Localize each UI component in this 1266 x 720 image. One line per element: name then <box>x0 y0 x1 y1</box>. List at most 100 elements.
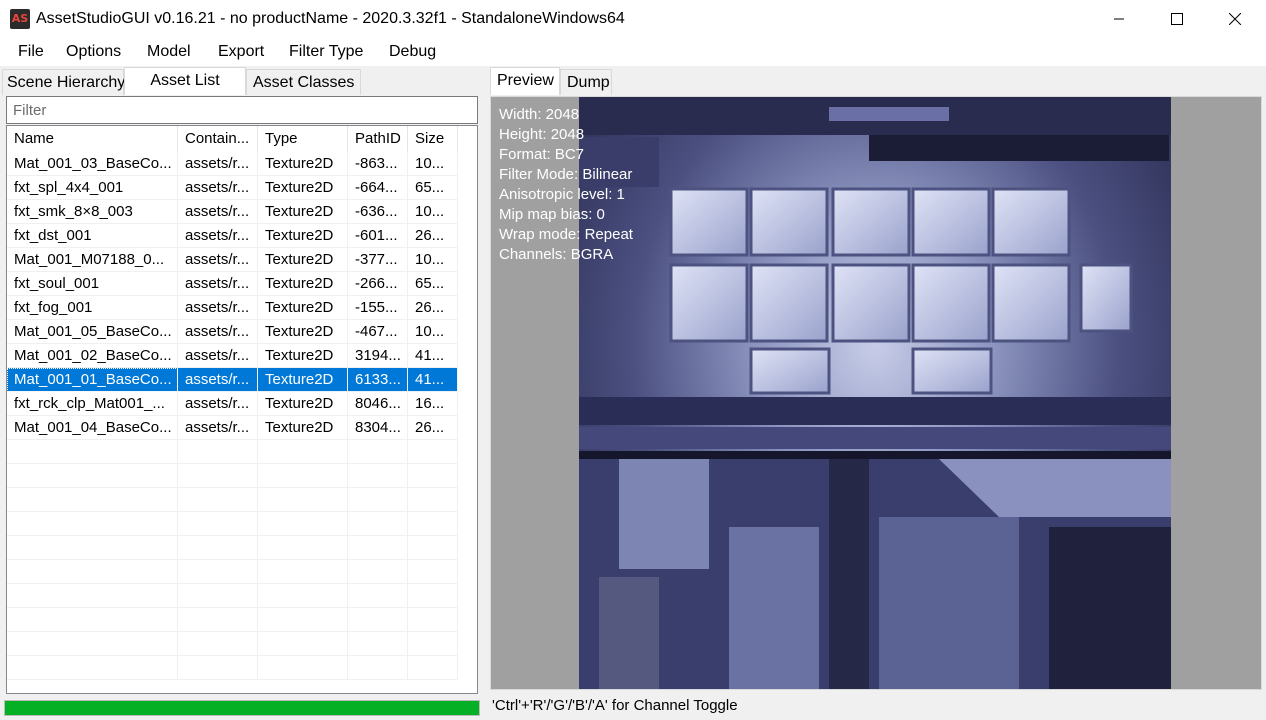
left-pane: Scene Hierarchy Asset List Asset Classes… <box>0 66 484 720</box>
table-cell <box>178 656 258 680</box>
table-row[interactable]: Mat_001_M07188_0... assets/r... Texture2D -… <box>7 248 477 272</box>
close-button[interactable] <box>1206 0 1264 38</box>
table-cell <box>408 632 458 656</box>
window-title: AssetStudioGUI v0.16.21 - no productName… <box>36 10 625 27</box>
table-cell <box>258 584 348 608</box>
texture-drawing <box>579 97 1171 689</box>
info-wrap-mode: Wrap mode: Repeat <box>499 226 633 243</box>
minimize-icon <box>1114 18 1124 20</box>
texture-preview-image <box>579 97 1171 689</box>
table-cell: -636... <box>348 200 408 224</box>
filter-field[interactable] <box>6 96 478 124</box>
table-cell: 26... <box>408 224 458 248</box>
menu-filter-type[interactable]: Filter Type <box>289 43 363 61</box>
table-cell <box>178 608 258 632</box>
minimize-button[interactable] <box>1090 0 1148 38</box>
filter-input[interactable] <box>7 97 477 123</box>
table-cell: 8304... <box>348 416 408 440</box>
column-header-pathid[interactable]: PathID <box>348 126 408 152</box>
table-row[interactable]: Mat_001_05_BaseCo... assets/r... Texture2D… <box>7 320 477 344</box>
table-cell: 10... <box>408 200 458 224</box>
table-cell: Mat_001_01_BaseCo... <box>7 368 178 392</box>
table-cell <box>178 632 258 656</box>
table-cell <box>258 536 348 560</box>
table-cell: assets/r... <box>178 296 258 320</box>
table-cell: Texture2D <box>258 272 348 296</box>
table-cell <box>258 464 348 488</box>
table-cell: assets/r... <box>178 320 258 344</box>
tab-asset-list[interactable]: Asset List <box>124 67 246 95</box>
table-cell <box>7 632 178 656</box>
table-cell <box>7 464 178 488</box>
table-row[interactable]: Mat_001_02_BaseCo... assets/r... Texture2D… <box>7 344 477 368</box>
maximize-button[interactable] <box>1148 0 1206 38</box>
table-cell: assets/r... <box>178 368 258 392</box>
list-header: Name Contain... Type PathID Size <box>7 126 477 152</box>
menu-export[interactable]: Export <box>218 43 264 61</box>
table-cell <box>178 488 258 512</box>
table-cell <box>348 656 408 680</box>
table-cell: -601... <box>348 224 408 248</box>
table-cell <box>408 608 458 632</box>
table-row[interactable]: fxt_rck_clp_Mat001_... assets/r... Texture… <box>7 392 477 416</box>
table-row[interactable]: Mat_001_03_BaseCo... assets/r... Texture2D… <box>7 152 477 176</box>
table-cell: 3194... <box>348 344 408 368</box>
table-cell <box>348 536 408 560</box>
table-row[interactable]: fxt_dst_001 assets/r... Texture2D -601... 26… <box>7 224 477 248</box>
table-row[interactable]: fxt_soul_001 assets/r... Texture2D -266... 6… <box>7 272 477 296</box>
tab-asset-classes[interactable]: Asset Classes <box>246 69 361 95</box>
menu-debug[interactable]: Debug <box>389 43 436 61</box>
table-cell: 26... <box>408 296 458 320</box>
table-row[interactable]: fxt_fog_001 assets/r... Texture2D -155... 26… <box>7 296 477 320</box>
asset-list[interactable]: Name Contain... Type PathID Size Mat_001… <box>6 125 478 694</box>
table-cell <box>258 440 348 464</box>
menu-file[interactable]: File <box>18 43 44 61</box>
table-row-empty <box>7 512 477 536</box>
preview-area[interactable]: Width: 2048 Height: 2048 Format: BC7 Fil… <box>490 96 1262 690</box>
table-cell <box>408 656 458 680</box>
column-header-type[interactable]: Type <box>258 126 348 152</box>
table-cell <box>408 584 458 608</box>
table-cell: Texture2D <box>258 416 348 440</box>
column-header-name[interactable]: Name <box>7 126 178 152</box>
tab-dump[interactable]: Dump <box>560 69 612 95</box>
table-cell: 65... <box>408 176 458 200</box>
info-width: Width: 2048 <box>499 106 580 123</box>
table-cell: 6133... <box>348 368 408 392</box>
table-cell: -664... <box>348 176 408 200</box>
table-cell <box>178 536 258 560</box>
column-header-size[interactable]: Size <box>408 126 458 152</box>
table-row-empty <box>7 440 477 464</box>
table-row[interactable]: fxt_smk_8×8_003 assets/r... Texture2D -636.… <box>7 200 477 224</box>
table-cell: assets/r... <box>178 248 258 272</box>
table-cell: 41... <box>408 368 458 392</box>
table-cell: Mat_001_04_BaseCo... <box>7 416 178 440</box>
table-cell <box>348 440 408 464</box>
table-cell <box>178 440 258 464</box>
table-cell <box>408 464 458 488</box>
table-cell: fxt_soul_001 <box>7 272 178 296</box>
table-row[interactable]: fxt_spl_4x4_001 assets/r... Texture2D -664.… <box>7 176 477 200</box>
table-cell: Mat_001_M07188_0... <box>7 248 178 272</box>
info-filter-mode: Filter Mode: Bilinear <box>499 166 633 183</box>
table-cell: assets/r... <box>178 416 258 440</box>
progress-bar <box>4 700 480 716</box>
table-cell <box>258 632 348 656</box>
table-cell <box>178 584 258 608</box>
table-row[interactable]: Mat_001_04_BaseCo... assets/r... Texture2D… <box>7 416 477 440</box>
menu-options[interactable]: Options <box>66 43 121 61</box>
tab-preview[interactable]: Preview <box>490 67 560 95</box>
column-header-container[interactable]: Contain... <box>178 126 258 152</box>
title-bar: AS AssetStudioGUI v0.16.21 - no productN… <box>0 0 1266 38</box>
table-row[interactable]: Mat_001_01_BaseCo... assets/r... Texture2D… <box>7 368 477 392</box>
maximize-icon <box>1171 13 1183 25</box>
close-icon <box>1229 13 1241 25</box>
menu-model[interactable]: Model <box>147 43 191 61</box>
table-cell: Mat_001_02_BaseCo... <box>7 344 178 368</box>
tab-scene-hierarchy[interactable]: Scene Hierarchy <box>2 69 125 95</box>
table-cell: fxt_smk_8×8_003 <box>7 200 178 224</box>
table-cell <box>7 584 178 608</box>
table-cell <box>7 656 178 680</box>
table-row-empty <box>7 656 477 680</box>
table-row-empty <box>7 560 477 584</box>
